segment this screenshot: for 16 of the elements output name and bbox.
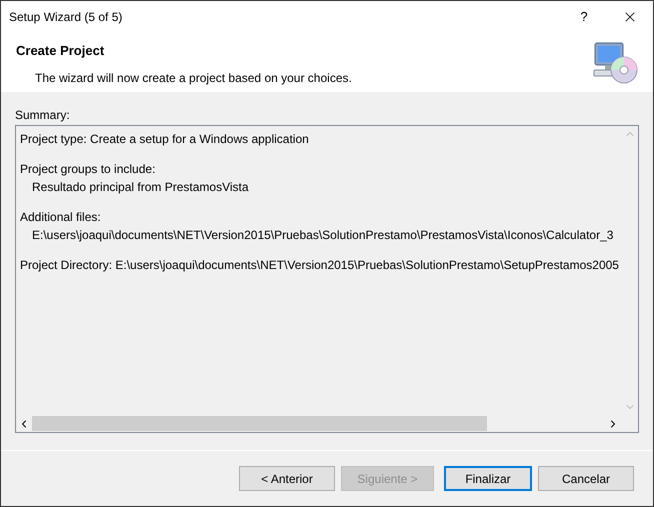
help-button[interactable]: ?: [561, 1, 607, 32]
computer-disc-icon: [592, 41, 638, 85]
page-subtitle: The wizard will now create a project based on your choices.: [35, 70, 352, 86]
scroll-thumb[interactable]: [32, 416, 487, 432]
summary-label: Summary:: [15, 107, 70, 124]
wizard-button[interactable]: Cancelar: [538, 466, 634, 492]
page-title: Create Project: [16, 42, 104, 60]
summary-line: E:\users\joaqui\documents\NET\Version2015\Pruebas\SolutionPrestamo\PrestamosVista\Iconos\Calculator_3: [31, 227, 614, 244]
summary-line: Project groups to include:: [20, 161, 156, 178]
wizard-button[interactable]: < Anterior: [239, 466, 335, 492]
summary-line: Project Directory: E:\users\joaqui\documents\NET\Version2015\Pruebas\SolutionPrestamo\SetupPrestamos2005: [20, 257, 619, 274]
summary-line: Additional files:: [20, 209, 101, 226]
summary-line: Resultado principal from PrestamosVista: [31, 179, 249, 196]
summary-line: Project type: Create a setup for a Windows application: [20, 131, 309, 148]
window-title: Setup Wizard (5 of 5): [9, 8, 124, 26]
wizard-button[interactable]: Finalizar: [444, 466, 532, 492]
